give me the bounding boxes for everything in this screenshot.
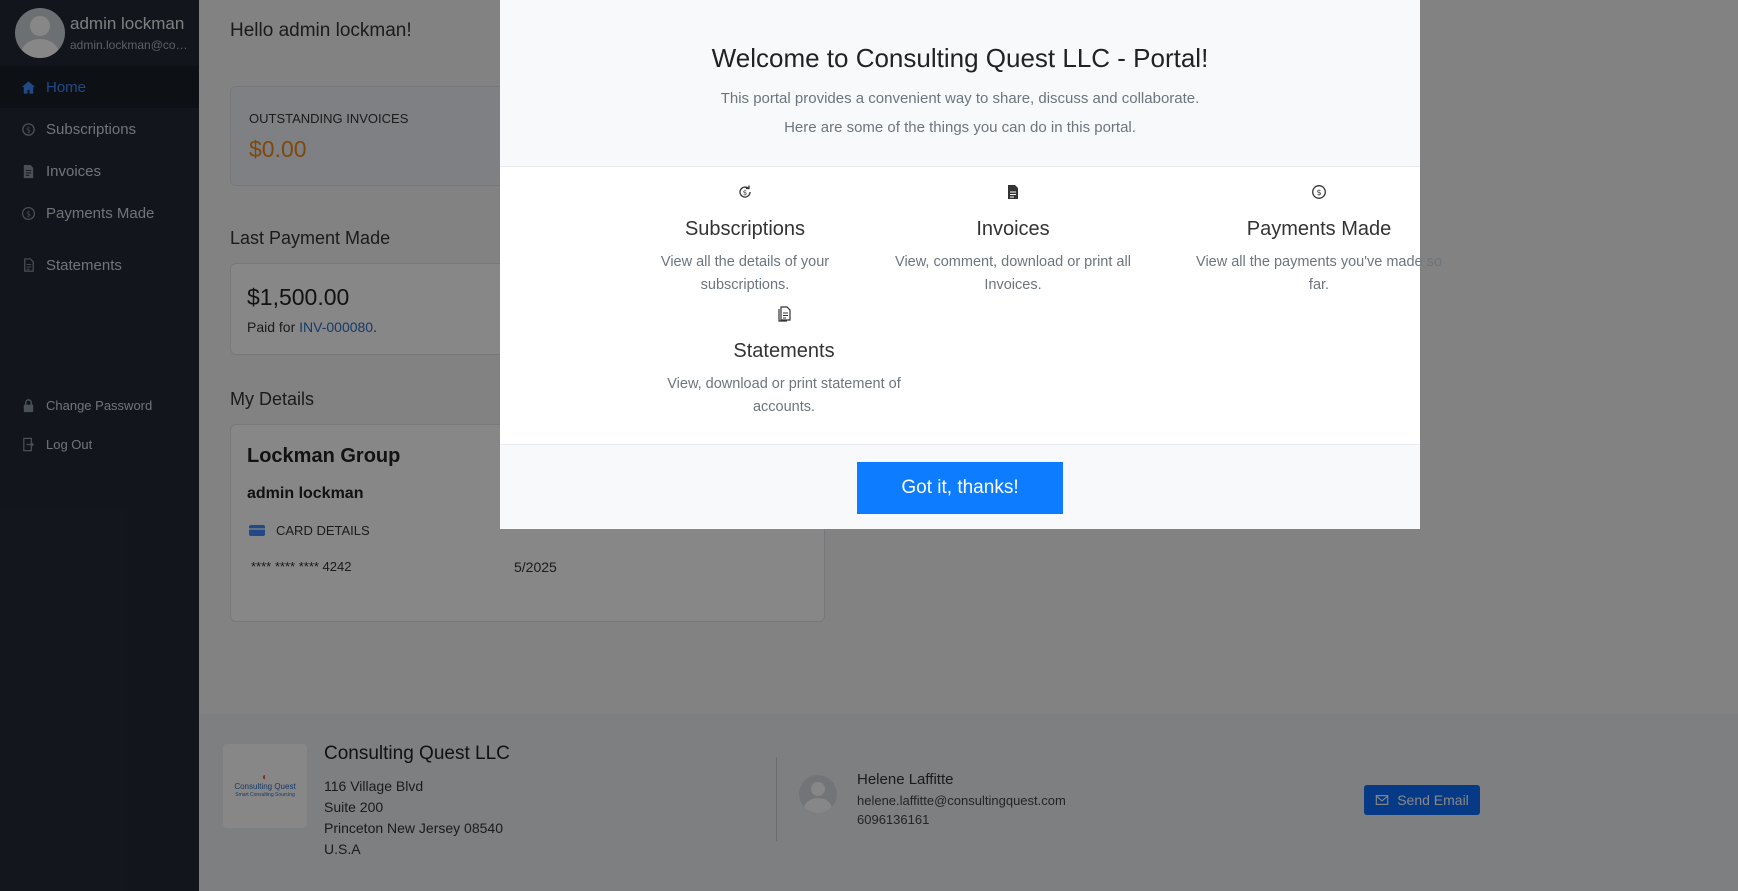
feature-invoices: Invoices View, comment, download or prin… [883, 182, 1143, 297]
got-it-button[interactable]: Got it, thanks! [857, 462, 1063, 514]
modal-footer: Got it, thanks! [500, 444, 1420, 529]
modal-header: Welcome to Consulting Quest LLC - Portal… [500, 0, 1420, 167]
feature-desc: View all the details of your subscriptio… [660, 254, 830, 293]
dollar-circle-icon: $ [1189, 182, 1449, 202]
feature-title: Subscriptions [684, 218, 806, 240]
svg-text:$: $ [1316, 188, 1321, 197]
feature-title: Invoices [976, 218, 1050, 240]
statement-icon [654, 304, 914, 324]
modal-subtitle: Here are some of the things you can do i… [784, 119, 1136, 136]
modal-title: Welcome to Consulting Quest LLC - Portal… [711, 43, 1209, 73]
invoice-icon [883, 182, 1143, 202]
feature-title: Statements [733, 340, 835, 362]
feature-desc: View all the payments you've made so far… [1196, 254, 1442, 293]
svg-text:$: $ [743, 189, 747, 197]
welcome-modal: Welcome to Consulting Quest LLC - Portal… [500, 0, 1442, 529]
feature-payments-made: $ Payments Made View all the payments yo… [1189, 182, 1449, 297]
feature-desc: View, download or print statement of acc… [667, 376, 901, 415]
feature-title: Payments Made [1246, 218, 1392, 240]
feature-subscriptions: $ Subscriptions View all the details of … [615, 182, 875, 297]
feature-desc: View, comment, download or print all Inv… [895, 254, 1131, 293]
feature-statements: Statements View, download or print state… [654, 304, 914, 419]
modal-subtitle: This portal provides a convenient way to… [720, 90, 1200, 107]
subscriptions-icon: $ [615, 182, 875, 202]
